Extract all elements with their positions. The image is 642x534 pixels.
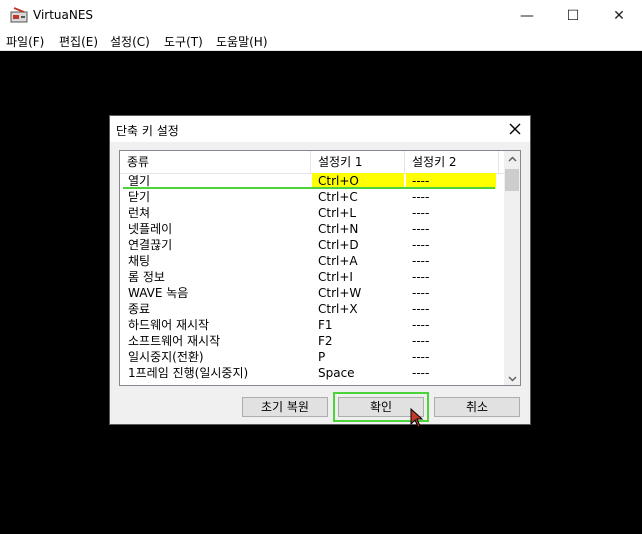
shortcut-settings-dialog: 단축 키 설정 종류 설정키 1 설정키 2 열기 Ctrl+O ---- 닫기 Ctr…	[109, 115, 531, 428]
virtuanes-app-icon	[10, 7, 28, 23]
cell-key1: Ctrl+W	[318, 286, 362, 300]
cell-key2: ----	[412, 238, 430, 252]
cell-name: 채팅	[128, 254, 151, 268]
shortcut-row[interactable]: WAVE 녹음 Ctrl+W ----	[120, 285, 504, 301]
shortcut-row[interactable]: 런쳐 Ctrl+L ----	[120, 205, 504, 221]
cancel-button[interactable]: 취소	[434, 397, 520, 417]
cell-key2: ----	[412, 286, 430, 300]
menu-help[interactable]: 도움말(H)	[216, 33, 268, 50]
shortcut-row[interactable]: 1프레임 진행(일시중지) Space ----	[120, 365, 504, 381]
shortcut-row[interactable]: 채팅 Ctrl+A ----	[120, 253, 504, 269]
cell-key1: TAB	[312, 381, 404, 383]
cell-name: 넷플레이	[128, 222, 173, 236]
shortcut-row[interactable]: 롬 정보 Ctrl+I ----	[120, 269, 504, 285]
cell-key2: ----	[412, 222, 430, 236]
cell-key2: ----	[412, 206, 430, 220]
cell-key2: ----	[412, 366, 430, 380]
menu-edit[interactable]: 편집(E)	[59, 33, 98, 50]
cell-key1: Ctrl+I	[318, 270, 353, 284]
menu-file[interactable]: 파일(F)	[6, 33, 44, 50]
cell-key1: Ctrl+L	[318, 206, 357, 220]
shortcut-row[interactable]: 일시중지(전환) P ----	[120, 349, 504, 365]
shortcut-row[interactable]: 닫기 Ctrl+C ----	[120, 189, 504, 205]
cell-key1: Ctrl+X	[318, 302, 358, 316]
cell-key1: Ctrl+N	[318, 222, 359, 236]
window-titlebar[interactable]: VirtuaNES — ☐ ✕	[0, 0, 642, 31]
window-title: VirtuaNES	[33, 8, 94, 22]
shortcut-row[interactable]: 연결끊기 Ctrl+D ----	[120, 237, 504, 253]
cell-name: 빨리 감기(전환)	[128, 381, 308, 383]
shortcut-list[interactable]: 종류 설정키 1 설정키 2 열기 Ctrl+O ---- 닫기 Ctrl+C ---- 런…	[119, 150, 521, 386]
cell-key1: P	[318, 350, 326, 364]
cell-key2: ----	[412, 318, 430, 332]
shortcut-row[interactable]: 열기 Ctrl+O ----	[120, 173, 504, 189]
list-header: 종류 설정키 1 설정키 2	[120, 151, 504, 174]
scroll-up-icon[interactable]	[504, 151, 520, 167]
minimize-button[interactable]: —	[504, 0, 550, 31]
cell-key2: ----	[412, 270, 430, 284]
dialog-titlebar[interactable]: 단축 키 설정	[110, 116, 530, 142]
cell-key2: ----	[412, 302, 430, 316]
menu-settings[interactable]: 설정(C)	[110, 33, 150, 50]
cell-key1: Ctrl+D	[318, 238, 359, 252]
maximize-icon: ☐	[566, 7, 580, 24]
dialog-close-icon[interactable]	[506, 120, 524, 138]
vertical-scrollbar[interactable]	[504, 151, 520, 385]
cell-key1: F1	[318, 318, 333, 332]
maximize-button[interactable]: ☐	[550, 0, 596, 31]
column-header-key1[interactable]: 설정키 1	[311, 151, 405, 173]
cell-name: WAVE 녹음	[128, 286, 189, 300]
cell-key1: Ctrl+A	[318, 254, 358, 268]
close-icon: ✕	[613, 7, 625, 24]
cell-key2: ----	[412, 350, 430, 364]
close-button[interactable]: ✕	[596, 0, 642, 31]
cell-name: 런쳐	[128, 206, 151, 220]
cell-key2: ----	[412, 334, 430, 348]
scroll-down-icon[interactable]	[504, 371, 520, 385]
shortcut-row[interactable]: 넷플레이 Ctrl+N ----	[120, 221, 504, 237]
cell-name: 1프레임 진행(일시중지)	[128, 366, 249, 380]
mouse-cursor-icon	[410, 408, 424, 428]
shortcut-row[interactable]: 빨리 감기(전환) TAB----	[120, 381, 504, 383]
cell-name: 하드웨어 재시작	[128, 318, 210, 332]
shortcut-row[interactable]: 종료 Ctrl+X ----	[120, 301, 504, 317]
cell-name: 연결끊기	[128, 238, 173, 252]
column-header-key2[interactable]: 설정키 2	[405, 151, 499, 173]
cell-name: 닫기	[128, 190, 151, 204]
shortcut-row[interactable]: 소프트웨어 재시작 F2 ----	[120, 333, 504, 349]
cell-name: 소프트웨어 재시작	[128, 334, 221, 348]
cell-name: 일시중지(전환)	[128, 350, 204, 364]
reset-defaults-button[interactable]: 초기 복원	[242, 397, 328, 417]
dialog-title: 단축 키 설정	[116, 124, 179, 138]
scrollbar-thumb[interactable]	[505, 169, 519, 191]
column-header-type[interactable]: 종류	[120, 151, 311, 173]
cell-name: 롬 정보	[128, 270, 165, 284]
list-body: 열기 Ctrl+O ---- 닫기 Ctrl+C ---- 런쳐 Ctrl+L ---- 넷플레이…	[120, 173, 504, 383]
shortcut-row[interactable]: 하드웨어 재시작 F1 ----	[120, 317, 504, 333]
cell-key2: ----	[406, 381, 496, 383]
menu-bar: 파일(F) 편집(E) 설정(C) 도구(T) 도움말(H)	[0, 31, 642, 51]
cell-name: 종료	[128, 302, 151, 316]
minimize-icon: —	[520, 7, 534, 24]
cell-key1: Ctrl+C	[318, 190, 358, 204]
menu-tools[interactable]: 도구(T)	[164, 33, 203, 50]
cell-key2: ----	[412, 254, 430, 268]
cell-key2: ----	[412, 190, 430, 204]
cell-key1: Space	[318, 366, 355, 380]
cell-key1: F2	[318, 334, 333, 348]
